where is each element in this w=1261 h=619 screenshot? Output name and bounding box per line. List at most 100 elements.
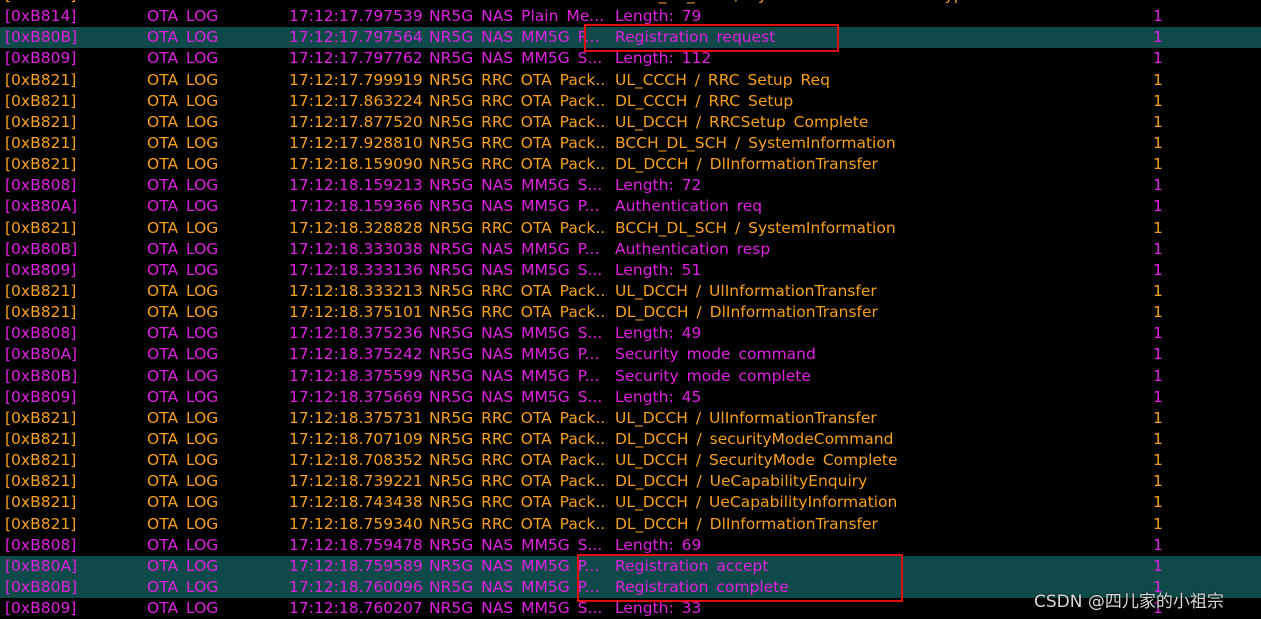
packet-name: NR5G NAS MM5G P...	[429, 197, 600, 216]
table-row[interactable]: [0xB80B] OTA LOG 17:12:18.333038 NR5G NAS M…	[0, 239, 1261, 260]
log-type: OTA LOG	[147, 451, 219, 470]
timestamp: 17:12:17.928810	[289, 133, 423, 152]
packet-summary: Authentication req	[615, 197, 763, 216]
timestamp: 17:12:18.375669	[289, 387, 423, 406]
packet-name: NR5G RRC OTA Pack...	[429, 493, 607, 512]
timestamp: 17:12:18.375101	[289, 303, 423, 322]
table-row[interactable]: [0xB821] OTA LOG 17:12:17.928810 NR5G RRC O…	[0, 133, 1261, 154]
timestamp: 17:12:17.863224	[289, 91, 423, 110]
table-row[interactable]: [0xB808] OTA LOG 17:12:18.759478 NR5G NAS M…	[0, 535, 1261, 556]
packet-name: NR5G RRC OTA Pack...	[429, 112, 607, 131]
packet-id: [0xB809]	[5, 387, 77, 406]
table-row[interactable]: [0xB809] OTA LOG 17:12:18.333136 NR5G NAS M…	[0, 260, 1261, 281]
log-type: OTA LOG	[147, 28, 219, 47]
packet-name: NR5G RRC OTA Pack...	[429, 451, 607, 470]
annotation-box-registration-accept-complete	[577, 554, 903, 602]
table-row[interactable]: [0xB821] OTA LOG 17:12:17.799919 NR5G RRC O…	[0, 70, 1261, 91]
table-row[interactable]: [0xB821] OTA LOG 17:12:18.739221 NR5G RRC O…	[0, 471, 1261, 492]
packet-id: [0xB809]	[5, 599, 77, 618]
packet-summary: DL_DCCH / DlInformationTransfer	[615, 303, 878, 322]
table-row[interactable]: [0xB821] OTA LOG 17:12:18.707109 NR5G RRC O…	[0, 429, 1261, 450]
packet-summary: BCCH_DL_SCH / SystemInformation	[615, 218, 896, 237]
packet-id: [0xB814]	[5, 7, 77, 26]
table-row[interactable]: [0xB821] OTA LOG 17:12:17.863224 NR5G RRC O…	[0, 91, 1261, 112]
log-type: OTA LOG	[147, 345, 219, 364]
table-row[interactable]: [0xB821] OTA LOG 17:12:18.328828 NR5G RRC O…	[0, 218, 1261, 239]
table-row[interactable]: [0xB821] OTA LOG 17:12:18.708352 NR5G RRC O…	[0, 450, 1261, 471]
table-row[interactable]: [0xB821] OTA LOG 17:12:17.877520 NR5G RRC O…	[0, 112, 1261, 133]
table-row[interactable]: [0xB80B] OTA LOG 17:12:18.375599 NR5G NAS M…	[0, 366, 1261, 387]
table-row[interactable]: [0xB809] OTA LOG 17:12:18.375669 NR5G NAS M…	[0, 387, 1261, 408]
timestamp: 17:12:18.375599	[289, 366, 423, 385]
table-row[interactable]: [0xB80A] OTA LOG 17:12:18.375242 NR5G NAS M…	[0, 344, 1261, 365]
timestamp: 17:12:17.797564	[289, 28, 423, 47]
log-type: OTA LOG	[147, 408, 219, 427]
table-row[interactable]: [0xB80A] OTA LOG 17:12:18.159366 NR5G NAS M…	[0, 196, 1261, 217]
packet-count: 1	[1153, 176, 1163, 195]
table-row[interactable]: [0xB821] OTA LOG 17:12:18.759340 NR5G RRC O…	[0, 514, 1261, 535]
timestamp: 17:12:18.759589	[289, 556, 423, 575]
packet-count: 1	[1153, 429, 1163, 448]
packet-summary: UL_DCCH / UeCapabilityInformation	[615, 493, 898, 512]
packet-name: NR5G RRC OTA Pack...	[429, 218, 607, 237]
packet-id: [0xB80B]	[5, 366, 78, 385]
packet-id: [0xB80A]	[5, 197, 78, 216]
packet-count: 1	[1153, 451, 1163, 470]
packet-summary: Security mode command	[615, 345, 816, 364]
table-row[interactable]: [0xB821] OTA LOG 17:12:18.743438 NR5G RRC O…	[0, 492, 1261, 513]
timestamp: 17:12:17.877520	[289, 112, 423, 131]
log-type: OTA LOG	[147, 387, 219, 406]
packet-summary: DL_DCCH / DlInformationTransfer	[615, 514, 878, 533]
packet-count: 1	[1153, 345, 1163, 364]
log-type: OTA LOG	[147, 133, 219, 152]
timestamp: 17:12:18.708352	[289, 451, 423, 470]
packet-id: [0xB80A]	[5, 556, 78, 575]
packet-count: 1	[1153, 366, 1163, 385]
packet-name: NR5G RRC OTA Pack...	[429, 429, 607, 448]
packet-id: [0xB808]	[5, 535, 77, 554]
table-row[interactable]: [0xB821] OTA LOG 17:12:18.159090 NR5G RRC O…	[0, 154, 1261, 175]
packet-count: 1	[1153, 556, 1163, 575]
timestamp: 17:12:18.760096	[289, 577, 423, 596]
log-type: OTA LOG	[147, 303, 219, 322]
timestamp: 17:12:18.739221	[289, 472, 423, 491]
packet-summary: DL_CCCH / RRC Setup	[615, 91, 794, 110]
log-type: OTA LOG	[147, 218, 219, 237]
table-row[interactable]: [0xB821] OTA LOG 17:12:18.375101 NR5G RRC O…	[0, 302, 1261, 323]
packet-count: 1	[1153, 281, 1163, 300]
timestamp: 17:12:18.333136	[289, 260, 423, 279]
timestamp: 17:12:18.159366	[289, 197, 423, 216]
packet-count: 1	[1153, 260, 1163, 279]
packet-id: [0xB809]	[5, 260, 77, 279]
annotation-box-registration-request	[584, 24, 839, 52]
packet-name: NR5G RRC OTA Pack...	[429, 514, 607, 533]
log-type: OTA LOG	[147, 366, 219, 385]
packet-name: NR5G RRC OTA Pack...	[429, 155, 607, 174]
table-row[interactable]: [0xB808] OTA LOG 17:12:18.159213 NR5G NAS M…	[0, 175, 1261, 196]
packet-summary: Length: 69	[615, 535, 702, 554]
packet-name: NR5G NAS Plain Me...	[429, 7, 605, 26]
watermark: CSDN @四儿家的小祖宗	[1034, 592, 1224, 612]
packet-name: NR5G RRC OTA Pack...	[429, 281, 607, 300]
timestamp: 17:12:17.797539	[289, 7, 423, 26]
packet-count: 1	[1153, 112, 1163, 131]
packet-summary: UL_DCCH / SecurityMode Complete	[615, 451, 898, 470]
table-row[interactable]: [0xB821] OTA LOG 17:12:18.333213 NR5G RRC O…	[0, 281, 1261, 302]
timestamp: 17:12:18.375731	[289, 408, 423, 427]
packet-id: [0xB80B]	[5, 577, 78, 596]
packet-name: NR5G RRC OTA Pack...	[429, 472, 607, 491]
packet-id: [0xB821]	[5, 112, 77, 131]
packet-summary: UL_DCCH / UlInformationTransfer	[615, 408, 877, 427]
packet-name: NR5G NAS MM5G P...	[429, 366, 600, 385]
packet-count: 1	[1153, 28, 1163, 47]
table-row[interactable]: [0xB821] OTA LOG 17:12:18.375731 NR5G RRC O…	[0, 408, 1261, 429]
packet-id: [0xB821]	[5, 408, 77, 427]
timestamp: 17:12:18.759478	[289, 535, 423, 554]
packet-count: 1	[1153, 239, 1163, 258]
packet-id: [0xB821]	[5, 70, 77, 89]
table-row[interactable]: [0xB808] OTA LOG 17:12:18.375236 NR5G NAS M…	[0, 323, 1261, 344]
packet-name: NR5G NAS MM5G P...	[429, 239, 600, 258]
packet-id: [0xB821]	[5, 133, 77, 152]
packet-summary: DL_DCCH / DlInformationTransfer	[615, 155, 878, 174]
timestamp: 17:12:18.333213	[289, 281, 423, 300]
